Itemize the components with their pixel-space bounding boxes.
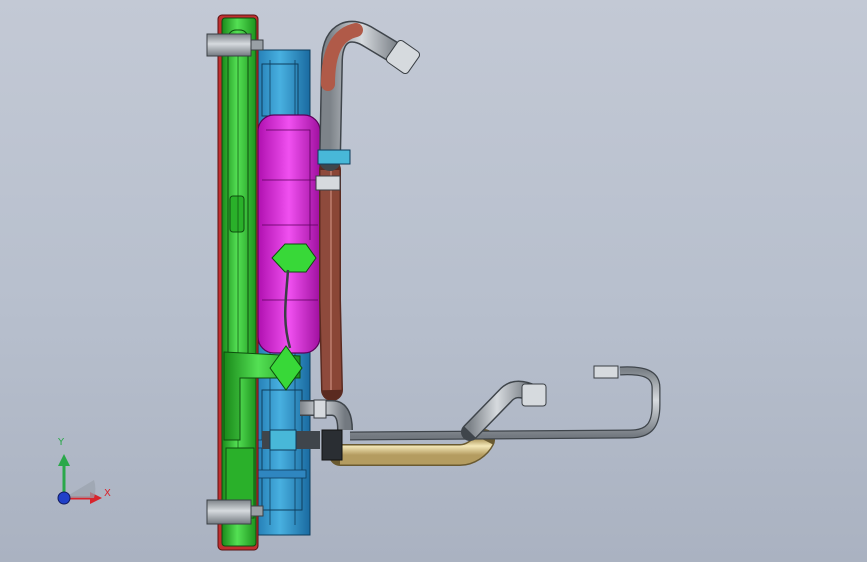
steel-pipe-run[interactable]	[349, 365, 661, 441]
cooling-module-model[interactable]	[0, 0, 867, 562]
cad-viewport[interactable]: Y X	[0, 0, 867, 562]
y-axis-arrowhead	[58, 454, 70, 466]
upper-hose[interactable]	[319, 20, 411, 401]
y-axis-label: Y	[58, 437, 65, 448]
coordinate-triad: Y X	[40, 436, 130, 516]
expansion-tank[interactable]	[257, 114, 321, 354]
x-axis-label: X	[104, 488, 111, 499]
z-axis-dot	[57, 491, 71, 505]
triad-axes	[57, 454, 102, 505]
